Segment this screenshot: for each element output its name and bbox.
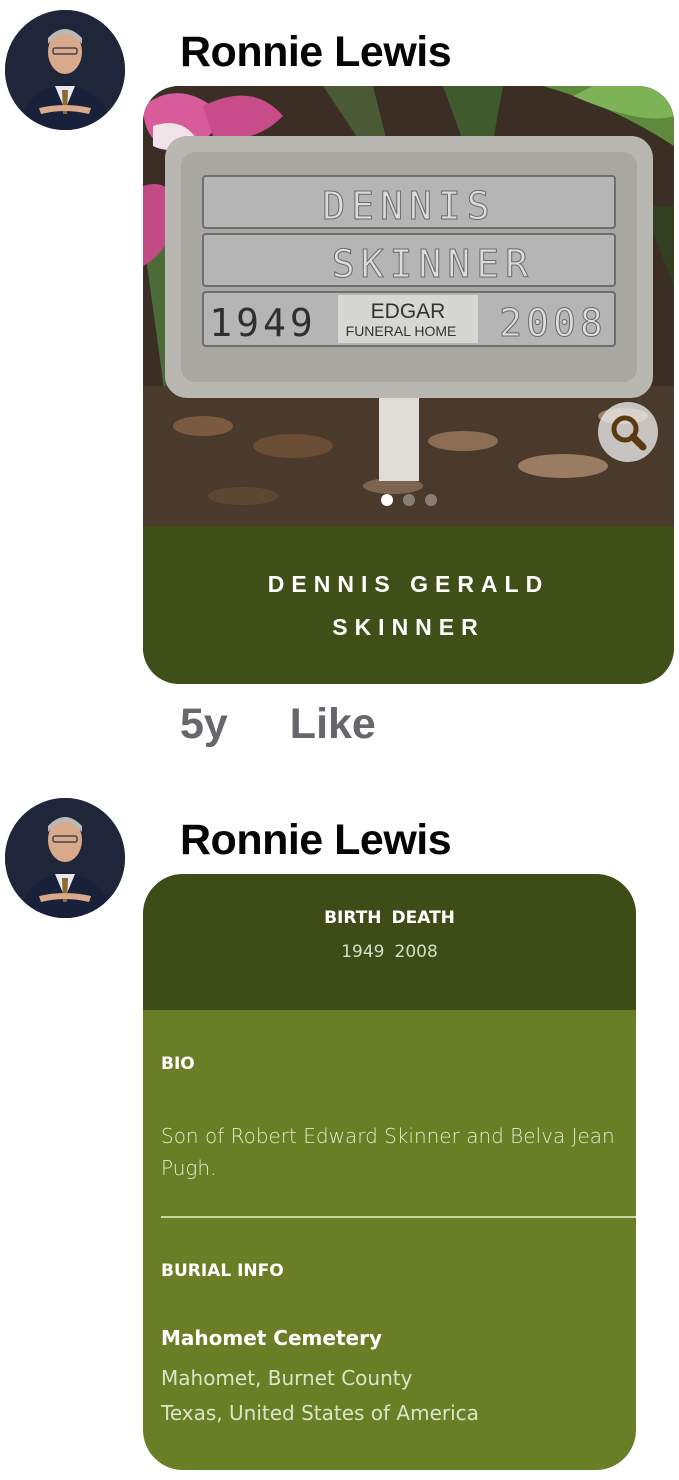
carousel-dots[interactable] (143, 493, 674, 511)
cemetery-location-line-2: Texas, United States of America (161, 1401, 479, 1425)
plate-funeral-home-name: EDGAR (371, 300, 446, 323)
plate-death-year: 2008 (499, 301, 607, 345)
author-name[interactable]: Ronnie Lewis (180, 28, 452, 77)
carousel-dot[interactable] (402, 494, 415, 506)
headstone-photo[interactable]: DENNIS SKINNER 1949 2008 EDGAR FUNERAL H… (143, 86, 674, 526)
plate-first-name: DENNIS (322, 184, 495, 228)
bio-text: Son of Robert Edward Skinner and Belva J… (161, 1124, 615, 1180)
burial-info-label: BURIAL INFO (161, 1261, 284, 1281)
zoom-button[interactable] (598, 402, 658, 462)
memorial-details-card[interactable]: BIRTH DEATH 1949 2008 BIO Son of Robert Ed… (143, 874, 636, 1470)
dates-band: BIRTH DEATH 1949 2008 (143, 874, 636, 1010)
carousel-dot[interactable] (424, 494, 437, 506)
comment-time: 5y (180, 700, 228, 748)
memorial-name-line-2: SKINNER (332, 614, 485, 640)
memorial-card[interactable]: DENNIS SKINNER 1949 2008 EDGAR FUNERAL H… (143, 86, 674, 684)
author-name[interactable]: Ronnie Lewis (180, 816, 452, 865)
death-label: DEATH (391, 908, 455, 928)
bio-label: BIO (161, 1054, 195, 1074)
birth-year: 1949 (341, 942, 385, 962)
memorial-name-line-1: DENNIS GERALD (267, 571, 550, 597)
dates-values: 1949 2008 (143, 942, 636, 962)
author-avatar[interactable] (5, 10, 125, 130)
dates-header: BIRTH DEATH (143, 908, 636, 928)
divider (161, 1216, 636, 1218)
comment-actions: 5y Like (180, 700, 376, 749)
birth-label: BIRTH (324, 908, 382, 928)
plate-birth-year: 1949 (209, 301, 317, 345)
carousel-dot[interactable] (380, 494, 393, 506)
plate-funeral-home-label: FUNERAL HOME (346, 323, 457, 339)
author-avatar[interactable] (5, 798, 125, 918)
like-button[interactable]: Like (290, 700, 376, 749)
cemetery-name[interactable]: Mahomet Cemetery (161, 1326, 382, 1350)
death-year: 2008 (394, 942, 438, 962)
plate-last-name: SKINNER (332, 242, 534, 286)
cemetery-location-line-1: Mahomet, Burnet County (161, 1366, 413, 1390)
magnifier-icon (611, 415, 647, 451)
memorial-name-band: DENNIS GERALD SKINNER (143, 526, 674, 684)
